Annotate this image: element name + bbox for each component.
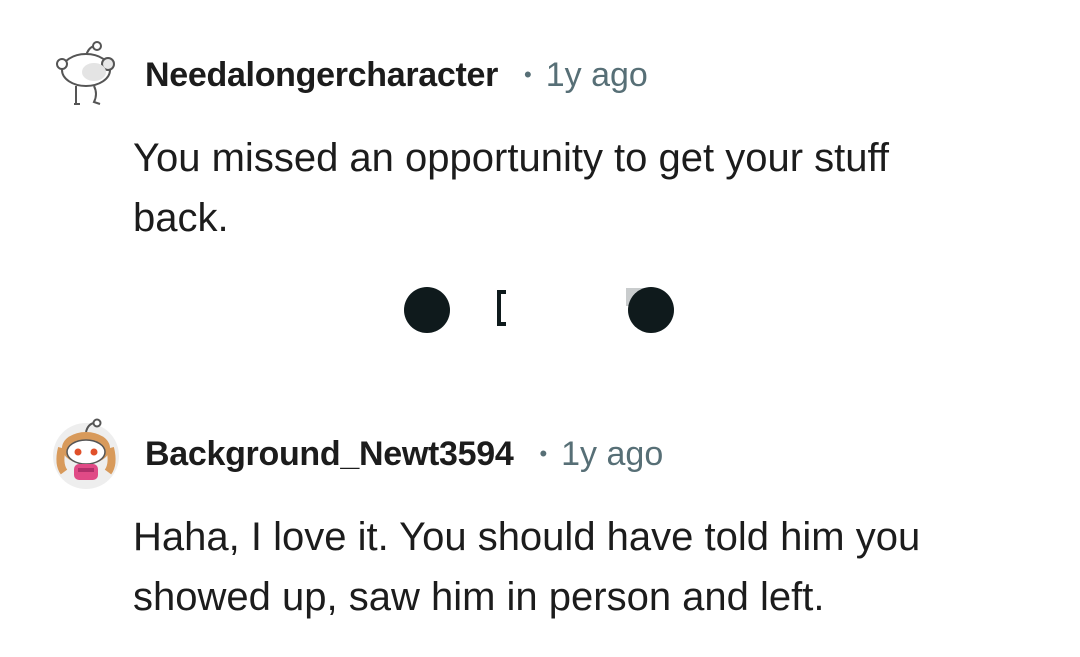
comment-body-line: Haha, I love it. You should have told hi… [133, 515, 921, 559]
comment: Needalongercharacter • 1y ago You missed… [0, 0, 1080, 380]
comment-body-line: showed up, saw him in person and left. [133, 575, 825, 619]
bracket-icon [497, 290, 506, 326]
black-dot-icon [404, 287, 450, 333]
image-fragment-dots [400, 286, 680, 334]
user-avatar-icon[interactable] [50, 418, 122, 490]
comment: Background_Newt3594 • 1y ago Haha, I lov… [0, 380, 1080, 657]
comment-meta: Background_Newt3594 • 1y ago [145, 434, 663, 474]
meta-separator: • [524, 62, 532, 87]
comment-timestamp: 1y ago [561, 434, 664, 473]
meta-separator: • [539, 441, 548, 466]
comment-meta: Needalongercharacter • 1y ago [145, 55, 648, 95]
username-link[interactable]: Background_Newt3594 [145, 435, 514, 474]
username-link[interactable]: Needalongercharacter [145, 56, 498, 95]
black-dot-icon [628, 287, 674, 333]
comment-body-line: You missed an opportunity to get your st… [133, 136, 890, 180]
comment-body-line: back. [133, 196, 229, 240]
snoo-girl-avatar-icon [53, 418, 119, 489]
comment-body: You missed an opportunity to get your st… [133, 128, 1013, 248]
comment-timestamp: 1y ago [545, 55, 648, 94]
comment-body: Haha, I love it. You should have told hi… [133, 507, 1013, 627]
snoo-default-avatar-icon [56, 41, 115, 105]
user-avatar-icon[interactable] [50, 38, 122, 110]
